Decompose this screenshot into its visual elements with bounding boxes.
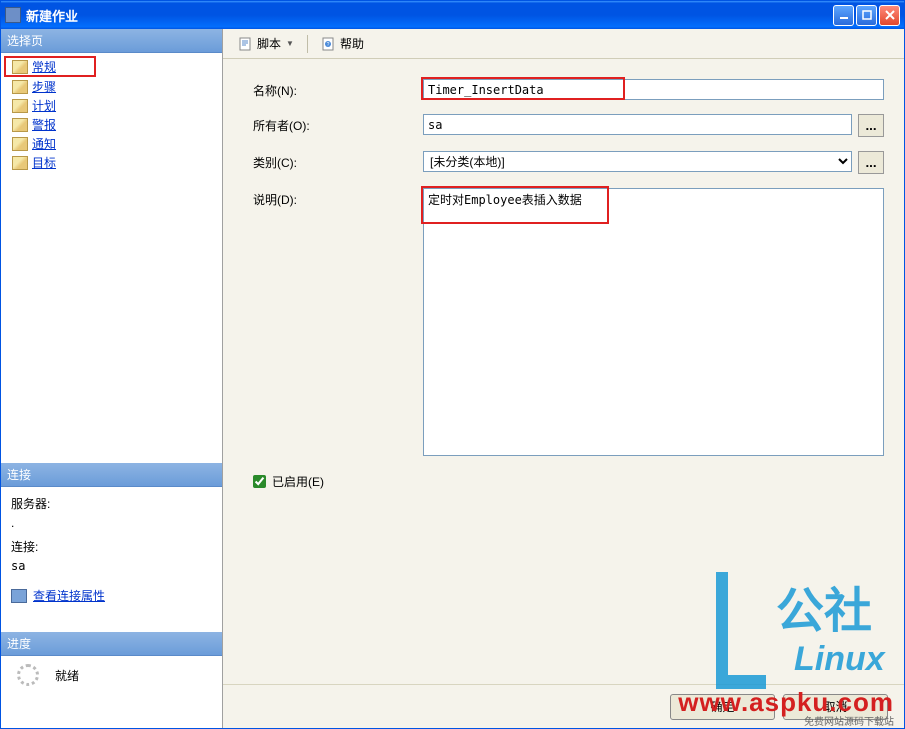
- server-label: 服务器:: [1, 487, 222, 516]
- owner-row: 所有者(O): ...: [253, 114, 884, 137]
- name-input[interactable]: [423, 79, 884, 100]
- ok-button[interactable]: 确定: [670, 694, 775, 720]
- category-row: 类别(C): [未分类(本地)] ...: [253, 151, 884, 174]
- description-textarea[interactable]: [423, 188, 884, 456]
- owner-input[interactable]: [423, 114, 852, 135]
- page-icon: [12, 156, 28, 170]
- view-connection-props[interactable]: 查看连接属性: [1, 583, 222, 612]
- description-row: 说明(D): 定时对Employee表插入数据: [253, 188, 884, 459]
- close-button[interactable]: [879, 5, 900, 26]
- app-icon: [5, 7, 21, 23]
- sidebar-item-label: 目标: [32, 154, 56, 171]
- server-value: .: [1, 516, 222, 536]
- conn-label: 连接:: [1, 536, 222, 559]
- page-icon: [12, 99, 28, 113]
- connection-section: 服务器: . 连接: sa 查看连接属性: [1, 487, 222, 612]
- category-label: 类别(C):: [253, 151, 423, 171]
- footer: 确定 取消: [223, 684, 904, 728]
- description-label: 说明(D):: [253, 188, 423, 208]
- svg-text:?: ?: [327, 42, 330, 48]
- window-controls: [833, 5, 900, 26]
- spinner-icon: [17, 664, 39, 686]
- page-icon: [12, 137, 28, 151]
- sidebar-item-steps[interactable]: 步骤: [4, 77, 219, 96]
- sidebar-item-alerts[interactable]: 警报: [4, 115, 219, 134]
- name-row: 名称(N):: [253, 79, 884, 100]
- titlebar: 新建作业: [1, 1, 904, 29]
- progress-status: 就绪: [55, 667, 79, 684]
- conn-value: sa: [1, 559, 222, 583]
- sidebar-item-label: 通知: [32, 135, 56, 152]
- script-button[interactable]: 脚本 ▼: [233, 33, 299, 54]
- sidebar-item-notify[interactable]: 通知: [4, 134, 219, 153]
- sidebar-item-targets[interactable]: 目标: [4, 153, 219, 172]
- page-icon: [12, 118, 28, 132]
- dropdown-icon: ▼: [286, 39, 294, 48]
- sidebar-item-label: 警报: [32, 116, 56, 133]
- separator: [307, 35, 308, 53]
- script-label: 脚本: [257, 35, 281, 52]
- sidebar-item-label: 常规: [32, 58, 56, 75]
- script-icon: [238, 36, 254, 52]
- nav-list: 常规 步骤 计划 警报 通知: [1, 53, 222, 175]
- progress-header: 进度: [1, 632, 222, 656]
- owner-label: 所有者(O):: [253, 114, 423, 134]
- dialog-window: 新建作业 选择页 常规 步骤: [0, 0, 905, 729]
- sidebar-item-general[interactable]: 常规: [4, 56, 96, 77]
- maximize-button[interactable]: [856, 5, 877, 26]
- properties-icon: [11, 589, 27, 603]
- sidebar-item-label: 步骤: [32, 78, 56, 95]
- sidebar: 选择页 常规 步骤 计划 警报: [1, 29, 223, 728]
- cancel-button[interactable]: 取消: [783, 694, 888, 720]
- page-icon: [12, 80, 28, 94]
- content: 选择页 常规 步骤 计划 警报: [1, 29, 904, 728]
- enabled-row: 已启用(E): [253, 473, 884, 490]
- minimize-button[interactable]: [833, 5, 854, 26]
- category-select[interactable]: [未分类(本地)]: [423, 151, 852, 172]
- select-page-header: 选择页: [1, 29, 222, 53]
- sidebar-item-schedule[interactable]: 计划: [4, 96, 219, 115]
- page-icon: [12, 60, 28, 74]
- form-area: 名称(N): 所有者(O): ... 类别(C): [未分类(本地): [223, 59, 904, 684]
- progress-section: 就绪: [1, 656, 222, 698]
- enabled-label: 已启用(E): [272, 473, 324, 490]
- category-browse-button[interactable]: ...: [858, 151, 884, 174]
- name-label: 名称(N):: [253, 79, 423, 99]
- window-title: 新建作业: [26, 6, 833, 25]
- help-icon: ?: [321, 36, 337, 52]
- help-button[interactable]: ? 帮助: [316, 33, 369, 54]
- help-label: 帮助: [340, 35, 364, 52]
- main-panel: 脚本 ▼ ? 帮助 名称(N):: [223, 29, 904, 728]
- sidebar-item-label: 计划: [32, 97, 56, 114]
- enabled-checkbox[interactable]: [253, 475, 266, 488]
- connection-header: 连接: [1, 463, 222, 487]
- view-props-link[interactable]: 查看连接属性: [33, 587, 105, 604]
- owner-browse-button[interactable]: ...: [858, 114, 884, 137]
- toolbar: 脚本 ▼ ? 帮助: [223, 29, 904, 59]
